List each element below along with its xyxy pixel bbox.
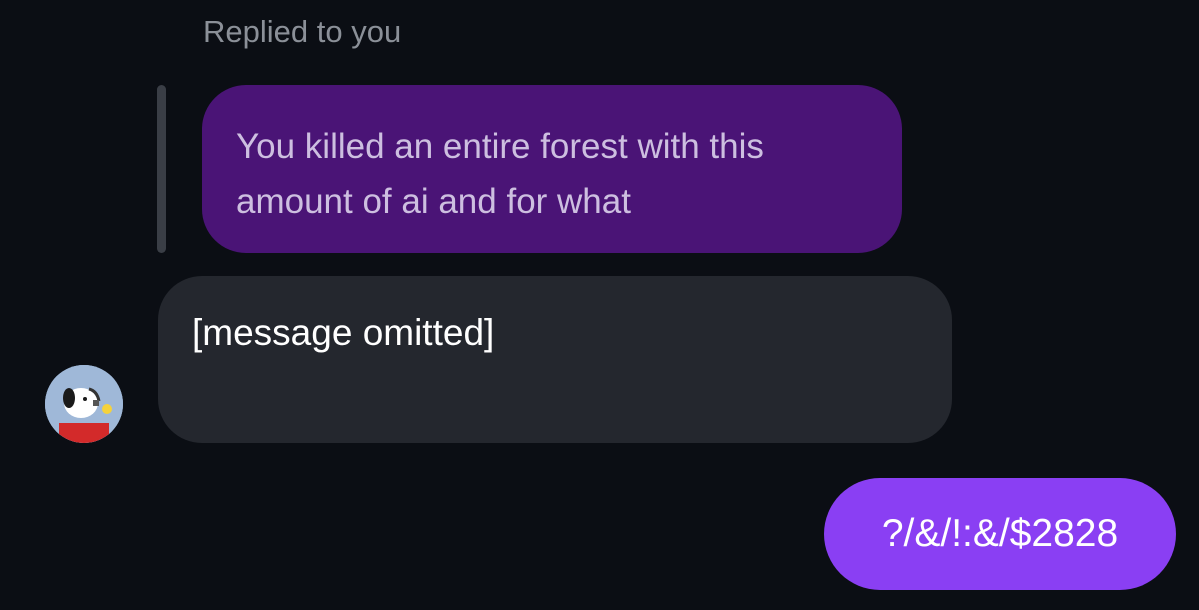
replied-to-you-label: Replied to you: [203, 14, 402, 49]
outgoing-message-text: ?/&/!:&/$2828: [881, 512, 1119, 555]
quoted-message-text: You killed an entire forest with this am…: [236, 127, 764, 221]
sender-avatar[interactable]: [45, 365, 123, 443]
chat-thread: Replied to you You killed an entire fore…: [0, 0, 1199, 610]
quoted-message-bubble[interactable]: You killed an entire forest with this am…: [202, 85, 902, 253]
incoming-message-text: [message omitted]: [192, 312, 495, 353]
incoming-message-bubble[interactable]: [message omitted]: [158, 276, 952, 443]
reply-indicator-bar: [157, 85, 166, 253]
avatar-image: [45, 365, 123, 443]
outgoing-message-bubble[interactable]: ?/&/!:&/$2828: [824, 478, 1176, 590]
